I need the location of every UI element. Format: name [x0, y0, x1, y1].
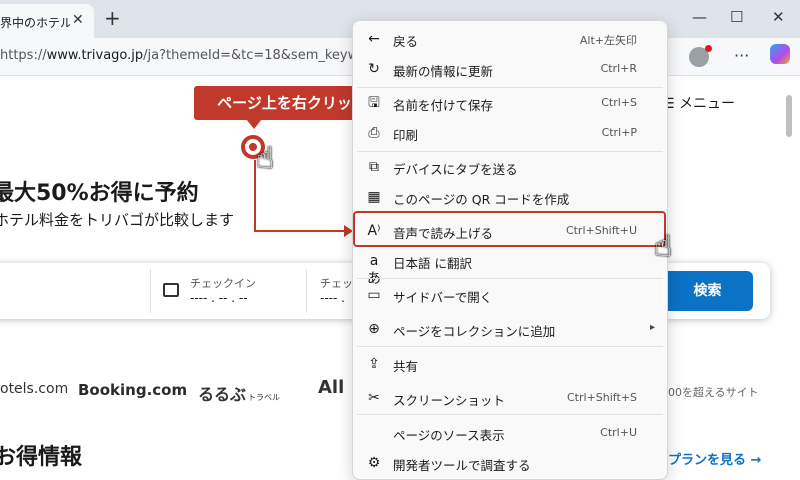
menu-item-shortcut: Ctrl+R — [600, 62, 637, 75]
page-subline: ホテル料金をトリバゴが比較します — [0, 211, 235, 229]
menu-item-send-to-device[interactable]: ⧉ デバイスにタブを送る — [353, 152, 667, 182]
menu-item-translate[interactable]: aあ 日本語 に翻訳 — [353, 246, 667, 287]
device-icon: ⧉ — [369, 159, 379, 175]
menu-item-back[interactable]: ← 戻る Alt+左矢印 — [353, 24, 667, 54]
menu-link[interactable]: ☰ メニュー — [662, 93, 735, 113]
page-headline: 最大50%お得に予約 — [0, 181, 199, 206]
partner-rurubu-logo: るるぶ トラベル — [198, 381, 280, 405]
maximize-icon[interactable]: ☐ — [730, 8, 743, 26]
checkin-label: チェックイン — [190, 277, 256, 290]
partners-count-text: 00を超えるサイト — [668, 386, 759, 399]
menu-item-label: 最新の情報に更新 — [393, 64, 494, 79]
menu-separator — [357, 278, 663, 279]
menu-item-screenshot[interactable]: ✂ スクリーンショット Ctrl+Shift+S — [353, 383, 667, 413]
hand-cursor-icon: ☝ — [256, 141, 275, 176]
refresh-icon: ↻ — [368, 61, 380, 77]
menu-separator — [357, 346, 663, 347]
print-icon: ⎙ — [368, 125, 380, 141]
menu-item-label: 共有 — [393, 359, 419, 374]
more-options-icon[interactable]: ··· — [734, 46, 749, 65]
read-aloud-highlight — [353, 211, 666, 247]
checkout-label: チェッ — [320, 277, 353, 290]
menu-item-shortcut: Ctrl+Shift+S — [567, 391, 637, 404]
callout-pointer — [246, 119, 262, 129]
close-tab-icon[interactable]: ✕ — [72, 12, 84, 28]
connector-line — [254, 230, 346, 232]
checkout-date-field[interactable]: ---- . — [320, 291, 345, 305]
menu-item-open-sidebar[interactable]: ▭ サイドバーで開く — [353, 280, 667, 310]
share-icon: ⇪ — [368, 356, 380, 372]
context-menu: ← 戻る Alt+左矢印 ↻ 最新の情報に更新 Ctrl+R 🖫 名前を付けて保… — [352, 20, 668, 480]
menu-item-shortcut: Alt+左矢印 — [579, 34, 637, 47]
copilot-icon[interactable] — [770, 44, 790, 64]
new-tab-button[interactable]: + — [104, 8, 121, 28]
menu-item-label: 開発者ツールで調査する — [393, 458, 531, 473]
qr-code-icon: ▦ — [367, 189, 381, 205]
deals-heading: お得情報 — [0, 445, 83, 470]
menu-item-label: デバイスにタブを送る — [393, 162, 518, 177]
notification-dot-icon — [705, 45, 712, 52]
menu-item-label: ページのソース表示 — [393, 428, 505, 443]
devtools-icon: ⚙ — [367, 455, 381, 471]
menu-item-label: 名前を付けて保存 — [393, 98, 494, 113]
menu-item-label: 戻る — [393, 34, 419, 49]
partner-all-logo: All — [318, 377, 345, 398]
menu-item-label: 日本語 に翻訳 — [393, 256, 472, 271]
menu-item-shortcut: Ctrl+U — [600, 426, 637, 439]
search-divider — [150, 269, 151, 313]
menu-item-label: ページをコレクションに追加 — [393, 324, 556, 339]
back-arrow-icon: ← — [368, 31, 380, 47]
tab-title: 界中のホテル料 — [0, 16, 70, 30]
save-icon: 🖫 — [368, 95, 380, 111]
menu-item-share[interactable]: ⇪ 共有 — [353, 349, 667, 379]
translate-icon: aあ — [367, 253, 381, 287]
collection-icon: ⊕ — [368, 321, 380, 337]
menu-item-label: 印刷 — [393, 128, 419, 143]
screenshot-icon: ✂ — [368, 390, 380, 406]
window-close-icon[interactable]: ✕ — [772, 8, 785, 26]
url-prefix: https:// — [0, 48, 47, 63]
view-plans-link[interactable]: プランを見る → — [668, 449, 761, 468]
submenu-arrow-icon: ▸ — [649, 322, 655, 333]
minimize-icon[interactable]: — — [692, 8, 707, 26]
menu-item-view-source[interactable]: ページのソース表示 Ctrl+U — [353, 418, 667, 448]
checkin-date-field[interactable]: ---- . -- . -- — [190, 291, 248, 305]
rurubu-sub-text: トラベル — [248, 393, 281, 402]
menu-item-inspect[interactable]: ⚙ 開発者ツールで調査する — [353, 448, 667, 478]
menu-item-save-as[interactable]: 🖫 名前を付けて保存 Ctrl+S — [353, 88, 667, 118]
url-host: www.trivago.jp — [46, 48, 144, 63]
menu-item-label: サイドバーで開く — [393, 290, 493, 305]
calendar-icon — [163, 283, 179, 297]
partner-hotels-logo: otels.com — [0, 381, 69, 397]
menu-item-label: このページの QR コードを作成 — [393, 192, 570, 207]
browser-tab[interactable]: 界中のホテル料 ✕ — [0, 4, 94, 38]
blank-icon — [365, 424, 383, 442]
menu-item-qr-code[interactable]: ▦ このページの QR コードを作成 — [353, 182, 667, 212]
menu-item-label: スクリーンショット — [393, 393, 505, 408]
search-divider — [306, 269, 307, 313]
menu-item-add-to-collection[interactable]: ⊕ ページをコレクションに追加 ▸ — [353, 314, 667, 344]
search-button[interactable]: 検索 — [662, 271, 753, 311]
sidebar-icon: ▭ — [367, 287, 381, 303]
hand-cursor-icon: ☝ — [654, 229, 673, 264]
scrollbar-thumb[interactable] — [786, 95, 792, 137]
menu-item-print[interactable]: ⎙ 印刷 Ctrl+P — [353, 118, 667, 148]
rurubu-text: るるぶ — [198, 385, 247, 404]
url-text[interactable]: https://www.trivago.jp/ja?themeId=&tc=18… — [0, 48, 399, 63]
menu-item-shortcut: Ctrl+P — [601, 126, 637, 139]
menu-separator — [357, 414, 663, 415]
menu-item-shortcut: Ctrl+S — [601, 96, 637, 109]
menu-item-refresh[interactable]: ↻ 最新の情報に更新 Ctrl+R — [353, 54, 667, 84]
partner-booking-logo: Booking.com — [78, 381, 188, 399]
